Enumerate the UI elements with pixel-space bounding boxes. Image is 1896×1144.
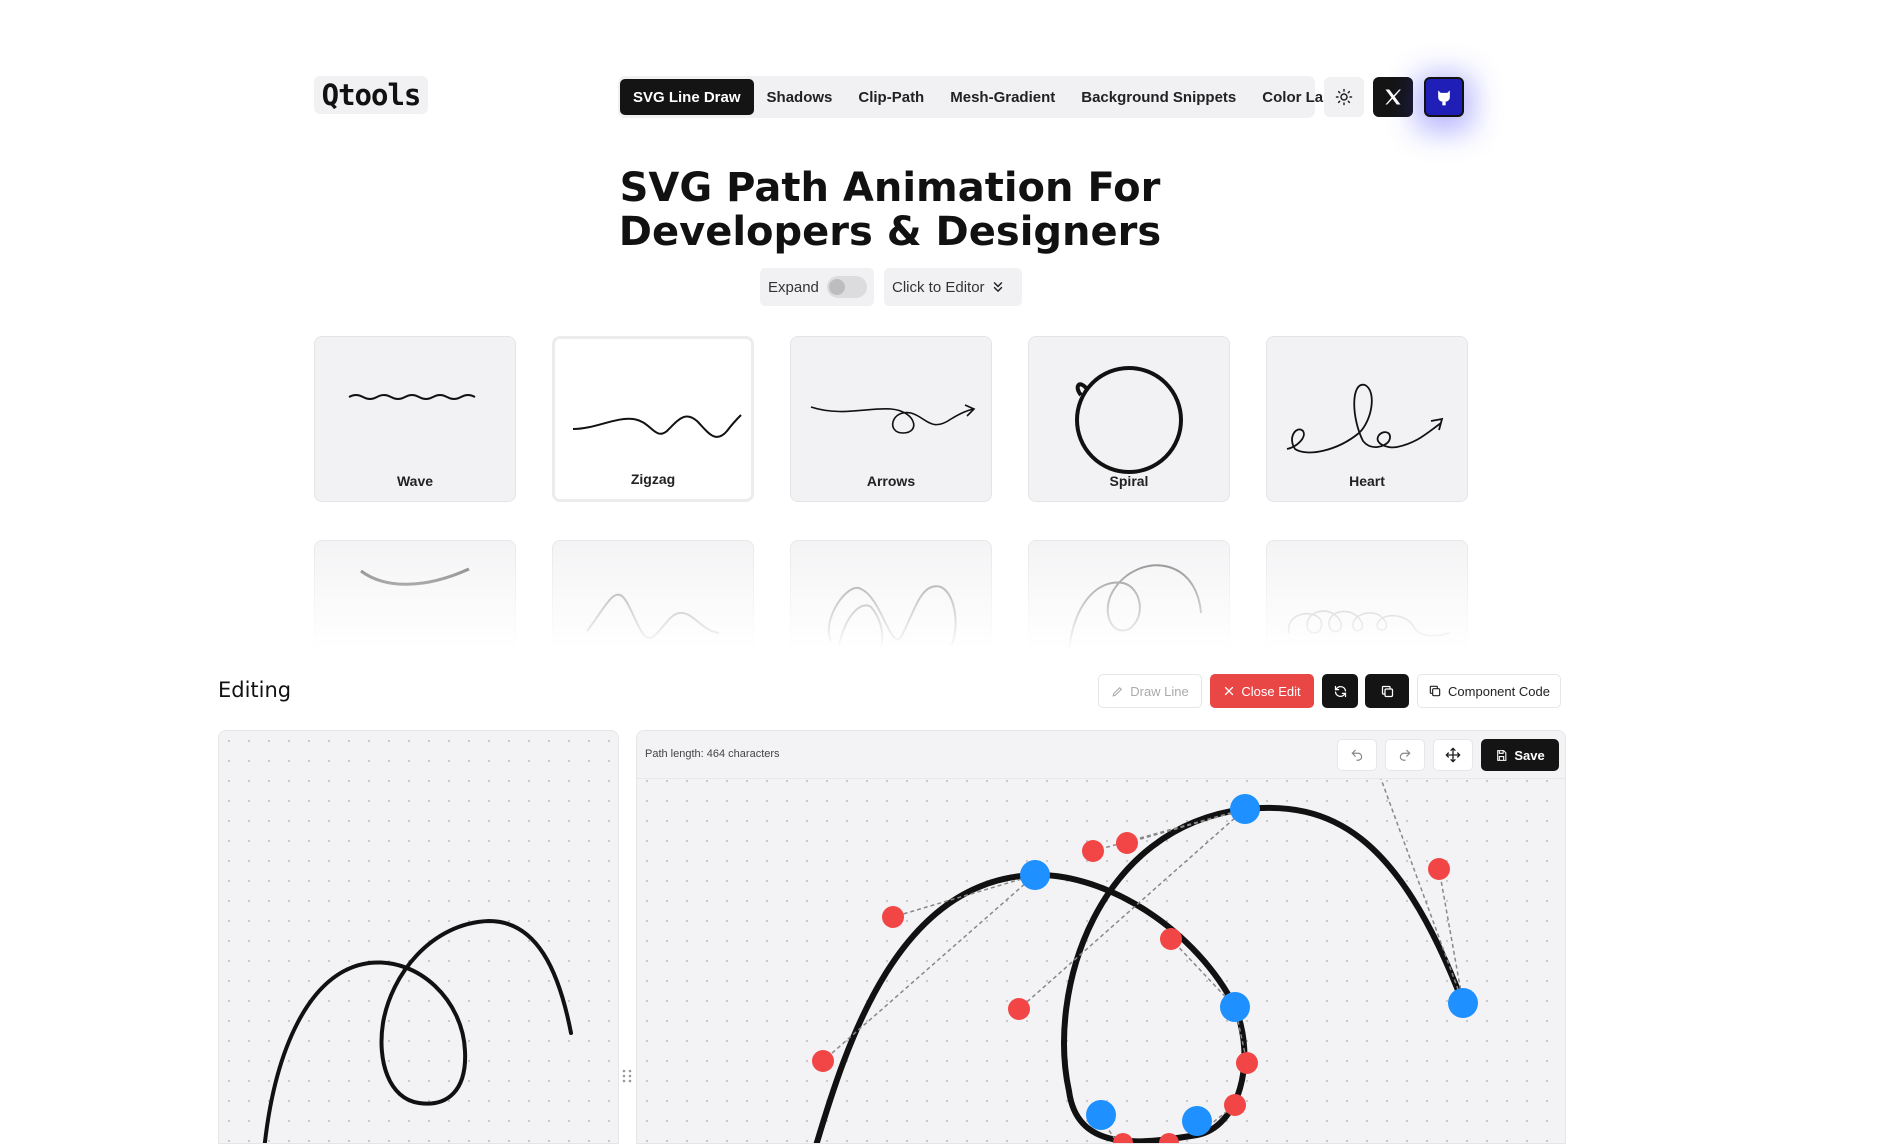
anchor-point: [1020, 860, 1050, 890]
expand-toggle[interactable]: [826, 276, 867, 298]
preset-card-zigzag[interactable]: Zigzag: [552, 336, 754, 502]
logo[interactable]: Qtools: [314, 76, 428, 114]
draw-line-button[interactable]: Draw Line: [1098, 674, 1202, 708]
preset-card-wave[interactable]: Wave: [314, 336, 516, 502]
anchor-point: [1086, 1100, 1116, 1130]
hero-title: SVG Path Animation For Developers & Desi…: [600, 166, 1180, 254]
expand-label: Expand: [768, 278, 819, 296]
preset-label: Zigzag: [630, 471, 676, 487]
nav-background-snippets[interactable]: Background Snippets: [1068, 79, 1249, 115]
copy-icon: [1381, 685, 1393, 697]
component-code-button[interactable]: Component Code: [1417, 674, 1561, 708]
control-handles: [822, 778, 1464, 1140]
toggle-knob: [828, 279, 845, 295]
anchor-point: [1448, 988, 1478, 1018]
logo-text: Qtools: [321, 78, 422, 112]
control-point: [1160, 928, 1182, 950]
editor-canvas[interactable]: [637, 731, 1566, 1144]
hero-title-line-2: Developers & Designers: [618, 209, 1162, 255]
nav-svg-line-draw[interactable]: SVG Line Draw: [620, 79, 754, 115]
close-icon: [1225, 686, 1234, 696]
pencil-icon: [1112, 686, 1123, 697]
control-point: [1082, 840, 1104, 862]
preset-label: Arrows: [866, 473, 916, 489]
click-to-editor-label: Click to Editor: [892, 278, 985, 296]
anchor-point: [1230, 794, 1260, 824]
anchor-point: [1220, 992, 1250, 1022]
control-point: [1236, 1052, 1258, 1074]
expand-control: Expand: [760, 268, 874, 306]
preset-card-coil[interactable]: [1266, 540, 1468, 650]
copy-icon: [1429, 685, 1441, 697]
control-points[interactable]: [812, 832, 1450, 1144]
preview-path: [262, 918, 573, 1143]
x-link-button[interactable]: [1373, 77, 1413, 117]
component-code-label: Component Code: [1448, 683, 1550, 699]
nav-clip-path[interactable]: Clip-Path: [845, 79, 937, 115]
x-logo-icon: [1385, 89, 1401, 105]
grip-dots-icon: [622, 1069, 632, 1083]
curve-preview: [360, 567, 470, 586]
hero-title-line-1: SVG Path Animation For: [619, 165, 1161, 211]
preview-panel: [218, 730, 619, 1144]
control-point: [1116, 832, 1138, 854]
draw-line-label: Draw Line: [1130, 683, 1189, 699]
control-point: [1428, 858, 1450, 880]
anchor-point: [1182, 1106, 1212, 1136]
github-link-button[interactable]: [1424, 77, 1464, 117]
refresh-icon: [1334, 685, 1346, 697]
bounce-preview: [586, 593, 720, 640]
preset-card-bounce[interactable]: [552, 540, 754, 650]
theme-toggle-button[interactable]: [1324, 77, 1364, 117]
duplicate-button[interactable]: [1365, 674, 1409, 708]
preset-card-heart[interactable]: Heart: [1266, 336, 1468, 502]
preset-card-curve[interactable]: [314, 540, 516, 650]
chevrons-down-icon: [993, 282, 1002, 293]
reset-button[interactable]: [1322, 674, 1358, 708]
click-to-editor-button[interactable]: Click to Editor: [884, 268, 1022, 306]
close-edit-label: Close Edit: [1241, 683, 1301, 699]
control-point: [1113, 1133, 1133, 1143]
sun-icon: [1335, 88, 1353, 106]
main-nav: SVG Line Draw Shadows Clip-Path Mesh-Gra…: [618, 76, 1332, 118]
control-point: [1224, 1094, 1246, 1116]
control-point: [882, 906, 904, 928]
close-edit-button[interactable]: Close Edit: [1210, 674, 1314, 708]
loops-preview: [827, 585, 957, 650]
control-point: [1008, 998, 1030, 1020]
preset-card-spiral[interactable]: Spiral: [1028, 336, 1230, 502]
swirl-preview: [1068, 564, 1202, 650]
preset-card-swirl[interactable]: [1028, 540, 1230, 650]
nav-shadows[interactable]: Shadows: [754, 79, 846, 115]
editing-title: Editing: [218, 678, 292, 702]
preset-label: Heart: [1349, 473, 1385, 489]
editable-path[interactable]: [813, 804, 1466, 1144]
nav-mesh-gradient[interactable]: Mesh-Gradient: [937, 79, 1068, 115]
path-editor-panel: Path length: 464 characters Save: [636, 730, 1566, 1144]
preset-label: Wave: [396, 473, 434, 489]
resize-handle[interactable]: [621, 1066, 633, 1086]
preset-card-arrows[interactable]: Arrows: [790, 336, 992, 502]
preset-label: Spiral: [1109, 473, 1149, 489]
control-point: [1159, 1133, 1179, 1143]
control-point: [812, 1050, 834, 1072]
coil-preview: [1288, 610, 1450, 637]
github-icon: [1438, 90, 1450, 106]
preset-card-loops[interactable]: [790, 540, 992, 650]
